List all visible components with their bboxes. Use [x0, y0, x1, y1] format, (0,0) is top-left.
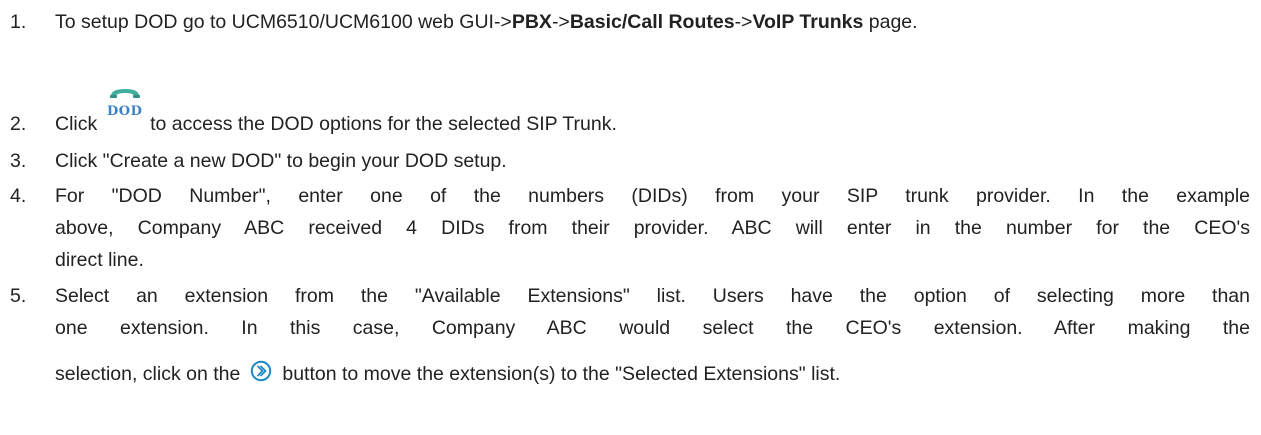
step-line: Select an extension from the "Available … [55, 285, 1250, 307]
step-2: 2. Click DOD to access the DOD options f… [10, 89, 1250, 140]
step-number: 4. [10, 185, 27, 207]
menu-voip-trunks: VoIP Trunks [752, 11, 864, 33]
instructions-document: 1. To setup DOD go to UCM6510/UCM6100 we… [0, 0, 1261, 435]
step-line: selection, click on the button to move th… [55, 358, 1250, 390]
step-line: above, Company ABC received 4 DIDs from … [55, 217, 1250, 239]
right-arrow-circle-icon[interactable] [250, 360, 272, 382]
step-text: For "DOD Number", enter one of the numbe… [55, 180, 1250, 276]
step-5: 5. Select an extension from the "Availab… [10, 280, 1250, 390]
step-text-part: selection, click on the [55, 363, 241, 385]
step-number: 2. [10, 113, 27, 135]
step-line: one extension. In this case, Company ABC… [55, 317, 1250, 339]
step-text-part: button to move the extension(s) to the "… [282, 363, 841, 385]
step-text-part: To setup DOD go to UCM6510/UCM6100 web G… [55, 11, 512, 33]
step-text-part: page. [863, 11, 918, 33]
step-number: 3. [10, 150, 27, 172]
menu-pbx: PBX [511, 11, 552, 33]
menu-basic-call-routes: Basic/Call Routes [569, 11, 735, 33]
step-text: To setup DOD go to UCM6510/UCM6100 web G… [55, 6, 1250, 38]
step-number: 5. [10, 285, 27, 307]
step-text-part: Click [55, 113, 103, 135]
step-text: Click "Create a new DOD" to begin your D… [55, 150, 507, 172]
step-1: 1. To setup DOD go to UCM6510/UCM6100 we… [10, 6, 1250, 38]
step-4: 4. For "DOD Number", enter one of the nu… [10, 180, 1250, 276]
dod-icon-label: DOD [106, 104, 143, 119]
dod-phone-icon[interactable]: DOD [107, 86, 143, 119]
step-number: 1. [10, 11, 27, 33]
step-line: direct line. [55, 249, 144, 271]
step-3: 3. Click "Create a new DOD" to begin you… [10, 145, 1250, 177]
step-text: Select an extension from the "Available … [55, 280, 1250, 390]
step-text-part: to access the DOD options for the select… [144, 113, 617, 135]
separator: -> [551, 11, 570, 33]
separator: -> [734, 11, 753, 33]
step-text: Click DOD to access the DOD options for … [55, 89, 1250, 140]
step-line: For "DOD Number", enter one of the numbe… [55, 185, 1250, 207]
